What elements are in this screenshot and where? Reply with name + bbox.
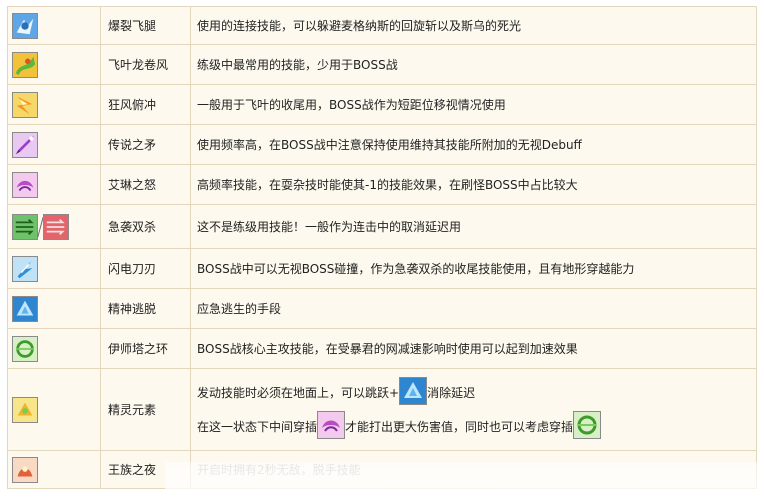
skill-desc-line: 发动技能时必须在地面上，可以跳跃+ 消除延迟 xyxy=(197,376,749,410)
skill-desc: BOSS战核心主攻技能，在受暴君的网减速影响时使用可以起到加速效果 xyxy=(190,328,757,369)
skill-name: 伊师塔之环 xyxy=(100,328,191,369)
skill-name: 传说之矛 xyxy=(100,124,191,165)
lightning-blade-icon xyxy=(12,255,38,282)
table-row: 急袭双杀 这不是练级用技能！一般作为连击中的取消延迟用 xyxy=(7,204,757,249)
skill-desc: BOSS战中可以无视BOSS碰撞，作为急袭双杀的收尾技能使用，且有地形穿越能力 xyxy=(190,248,757,289)
skill-desc-text: 在这一状态下中间穿插 xyxy=(197,419,318,434)
table-row: 狂风俯冲 一般用于飞叶的收尾用，BOSS战作为短距位移视情况使用 xyxy=(7,84,757,125)
leaf-tornado-icon xyxy=(12,51,38,78)
table-row: 爆裂飞腿 使用的连接技能，可以躲避麦格纳斯的回旋斩以及斯乌的死光 xyxy=(7,6,757,45)
table-row: 艾琳之怒 高频率技能，在耍杂技时能使其-1的技能效果，在刷怪BOSS中占比较大 xyxy=(7,164,757,205)
irina-wrath-icon xyxy=(12,171,38,198)
spirit-element-icon xyxy=(12,396,38,423)
skill-desc: 使用频率高，在BOSS战中注意保持使用维持其技能所附加的无视Debuff xyxy=(190,124,757,165)
spirit-escape-icon xyxy=(399,376,428,405)
legend-spear-icon xyxy=(12,131,38,158)
skill-desc: 开启时拥有2秒无敌，脱手技能 xyxy=(190,450,757,489)
skill-table: 爆裂飞腿 使用的连接技能，可以躲避麦格纳斯的回旋斩以及斯乌的死光 飞叶龙卷风 练… xyxy=(7,6,757,489)
table-row: 传说之矛 使用频率高，在BOSS战中注意保持使用维持其技能所附加的无视Debuf… xyxy=(7,124,757,165)
table-row: 精灵元素 发动技能时必须在地面上，可以跳跃+ 消除延迟 在这一状态下中间穿插 才能打… xyxy=(7,368,757,451)
skill-name: 精灵元素 xyxy=(100,368,191,451)
skill-desc-text: 发动技能时必须在地面上，可以跳跃+ xyxy=(197,385,400,400)
skill-desc: 高频率技能，在耍杂技时能使其-1的技能效果，在刷怪BOSS中占比较大 xyxy=(190,164,757,205)
ishtar-ring-icon xyxy=(573,410,602,439)
skill-name: 闪电刀刃 xyxy=(100,248,191,289)
skill-desc: 这不是练级用技能！一般作为连击中的取消延迟用 xyxy=(190,204,757,249)
table-row: 闪电刀刃 BOSS战中可以无视BOSS碰撞，作为急袭双杀的收尾技能使用，且有地形… xyxy=(7,248,757,289)
skill-desc: 应急逃生的手段 xyxy=(190,288,757,329)
spirit-escape-icon xyxy=(12,295,38,322)
kick-icon xyxy=(12,12,38,39)
skill-desc-text: 消除延迟 xyxy=(427,385,476,400)
double-strike-red-icon xyxy=(43,213,69,240)
double-strike-green-icon xyxy=(12,213,38,240)
ishtar-ring-icon xyxy=(12,335,38,362)
royal-night-icon xyxy=(12,456,38,483)
table-row: 飞叶龙卷风 练级中最常用的技能，少用于BOSS战 xyxy=(7,44,757,85)
irina-wrath-icon xyxy=(317,410,346,439)
skill-name: 急袭双杀 xyxy=(100,204,191,249)
skill-desc: 使用的连接技能，可以躲避麦格纳斯的回旋斩以及斯乌的死光 xyxy=(190,6,757,45)
skill-desc: 一般用于飞叶的收尾用，BOSS战作为短距位移视情况使用 xyxy=(190,84,757,125)
skill-name: 爆裂飞腿 xyxy=(100,6,191,45)
skill-desc: 练级中最常用的技能，少用于BOSS战 xyxy=(190,44,757,85)
skill-name: 精神逃脱 xyxy=(100,288,191,329)
skill-name: 狂风俯冲 xyxy=(100,84,191,125)
gale-dive-icon xyxy=(12,91,38,118)
table-row: 王族之夜 开启时拥有2秒无敌，脱手技能 xyxy=(7,450,757,489)
skill-desc-line: 在这一状态下中间穿插 才能打出更大伤害值，同时也可以考虑穿插 xyxy=(197,410,749,444)
table-row: 伊师塔之环 BOSS战核心主攻技能，在受暴君的网减速影响时使用可以起到加速效果 xyxy=(7,328,757,369)
skill-desc-text: 才能打出更大伤害值，同时也可以考虑穿插 xyxy=(345,419,574,434)
skill-name: 王族之夜 xyxy=(100,450,191,489)
skill-name: 艾琳之怒 xyxy=(100,164,191,205)
skill-name: 飞叶龙卷风 xyxy=(100,44,191,85)
table-row: 精神逃脱 应急逃生的手段 xyxy=(7,288,757,329)
